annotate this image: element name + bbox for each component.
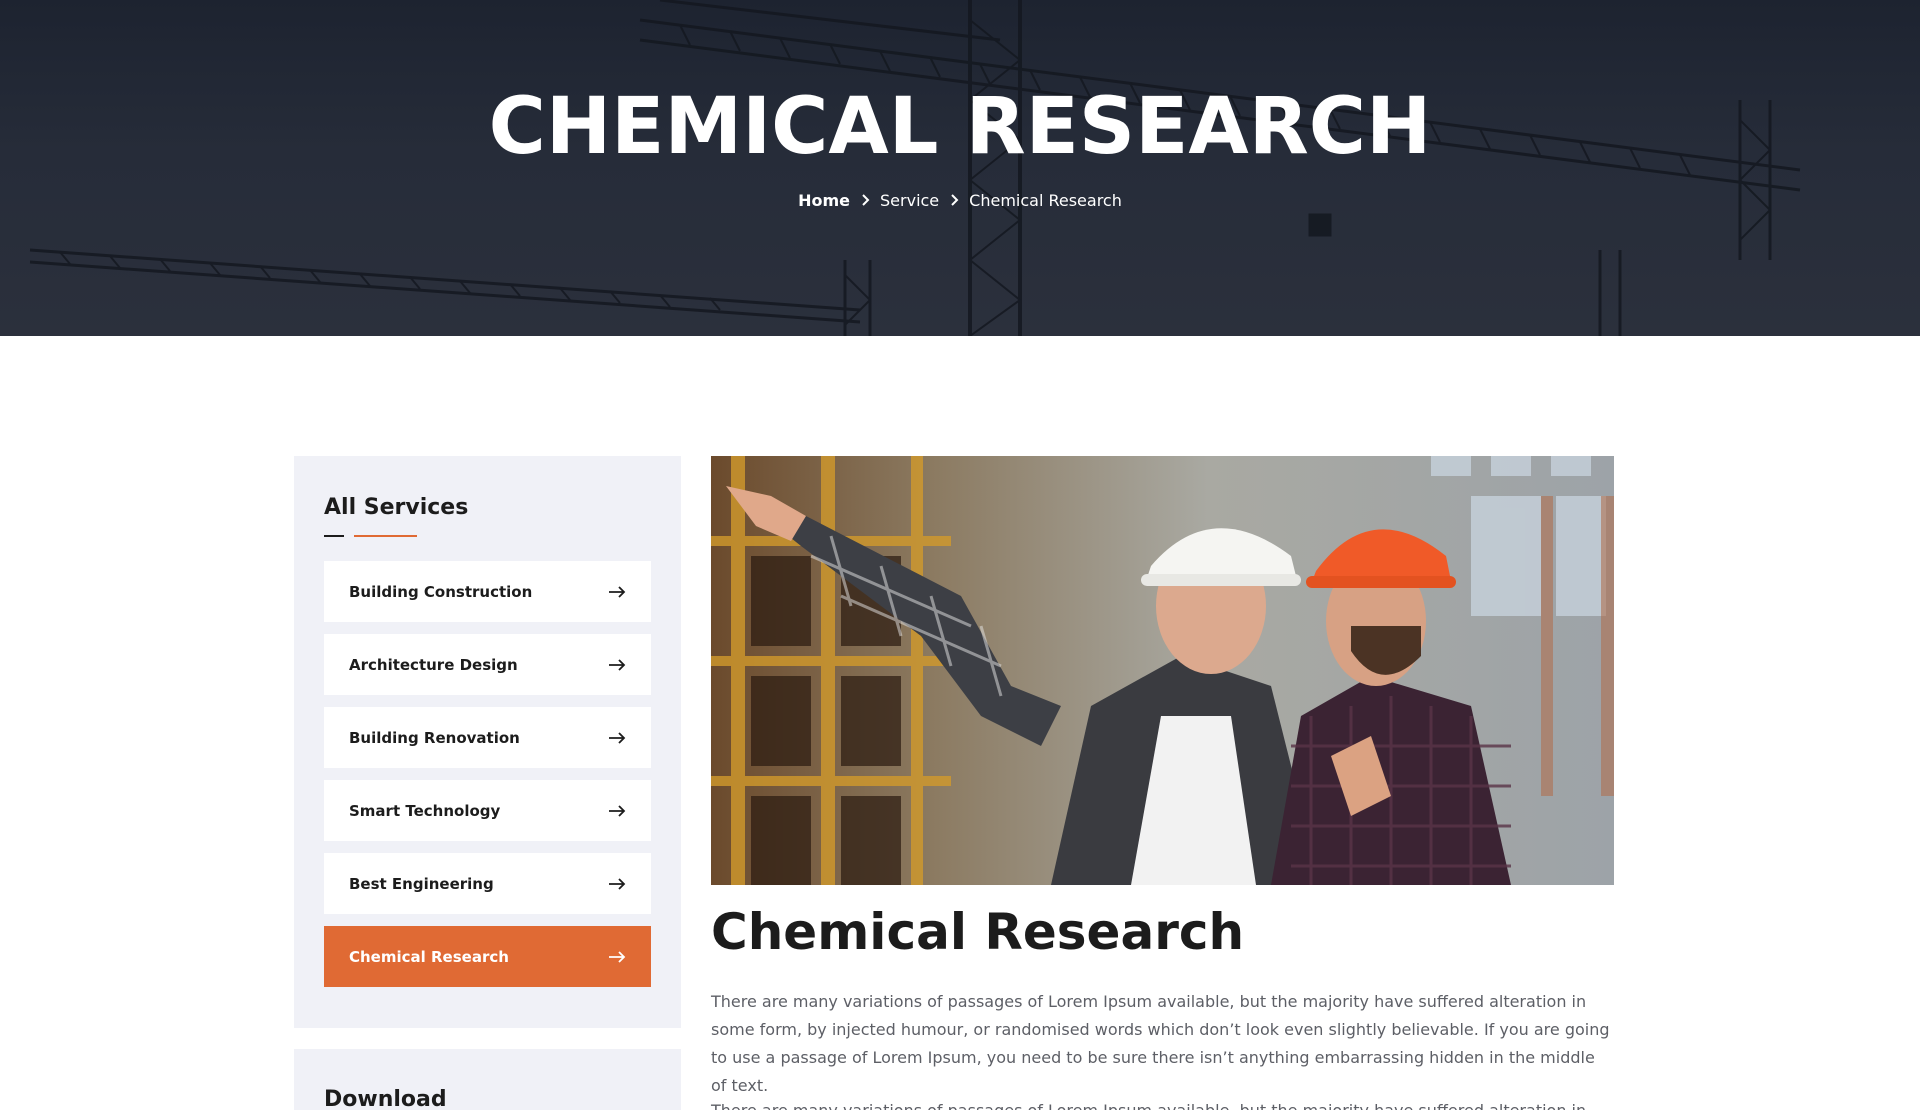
service-heading: Chemical Research: [711, 903, 1245, 961]
breadcrumb: Home Service Chemical Research: [0, 191, 1920, 210]
service-item-building-construction[interactable]: Building Construction: [324, 561, 651, 622]
service-item-label: Building Renovation: [349, 728, 520, 747]
service-item-chemical-research[interactable]: Chemical Research: [324, 926, 651, 987]
arrow-right-icon: [609, 731, 626, 744]
service-item-label: Best Engineering: [349, 874, 494, 893]
breadcrumb-service-link[interactable]: Service: [880, 191, 939, 210]
service-item-label: Architecture Design: [349, 655, 518, 674]
sidebar-title: All Services: [324, 495, 469, 520]
chevron-right-icon: [850, 191, 880, 210]
services-sidebar: All Services Building Construction Archi…: [294, 456, 681, 1028]
service-item-best-engineering[interactable]: Best Engineering: [324, 853, 651, 914]
service-item-label: Chemical Research: [349, 947, 509, 966]
service-item-label: Smart Technology: [349, 801, 501, 820]
download-title: Download: [324, 1087, 447, 1110]
title-underline-accent: [354, 535, 417, 537]
page-title: CHEMICAL RESEARCH: [488, 82, 1432, 172]
arrow-right-icon: [609, 585, 626, 598]
chevron-right-icon: [939, 191, 969, 210]
engineers-photo-image: [711, 456, 1614, 885]
arrow-right-icon: [609, 877, 626, 890]
arrow-right-icon: [609, 658, 626, 671]
service-item-building-renovation[interactable]: Building Renovation: [324, 707, 651, 768]
service-paragraph: There are many variations of passages of…: [711, 1097, 1611, 1110]
download-widget: Download: [294, 1049, 681, 1110]
title-underline-dark: [324, 535, 344, 537]
service-item-smart-technology[interactable]: Smart Technology: [324, 780, 651, 841]
breadcrumb-current: Chemical Research: [969, 191, 1122, 210]
service-item-label: Building Construction: [349, 582, 533, 601]
services-list: Building Construction Architecture Desig…: [324, 561, 651, 999]
page-hero: CHEMICAL RESEARCH Home Service Chemical …: [0, 0, 1920, 336]
arrow-right-icon: [609, 950, 626, 963]
service-paragraph: There are many variations of passages of…: [711, 992, 1610, 1095]
breadcrumb-home-link[interactable]: Home: [798, 191, 850, 210]
service-photo: [711, 456, 1614, 885]
service-item-architecture-design[interactable]: Architecture Design: [324, 634, 651, 695]
arrow-right-icon: [609, 804, 626, 817]
